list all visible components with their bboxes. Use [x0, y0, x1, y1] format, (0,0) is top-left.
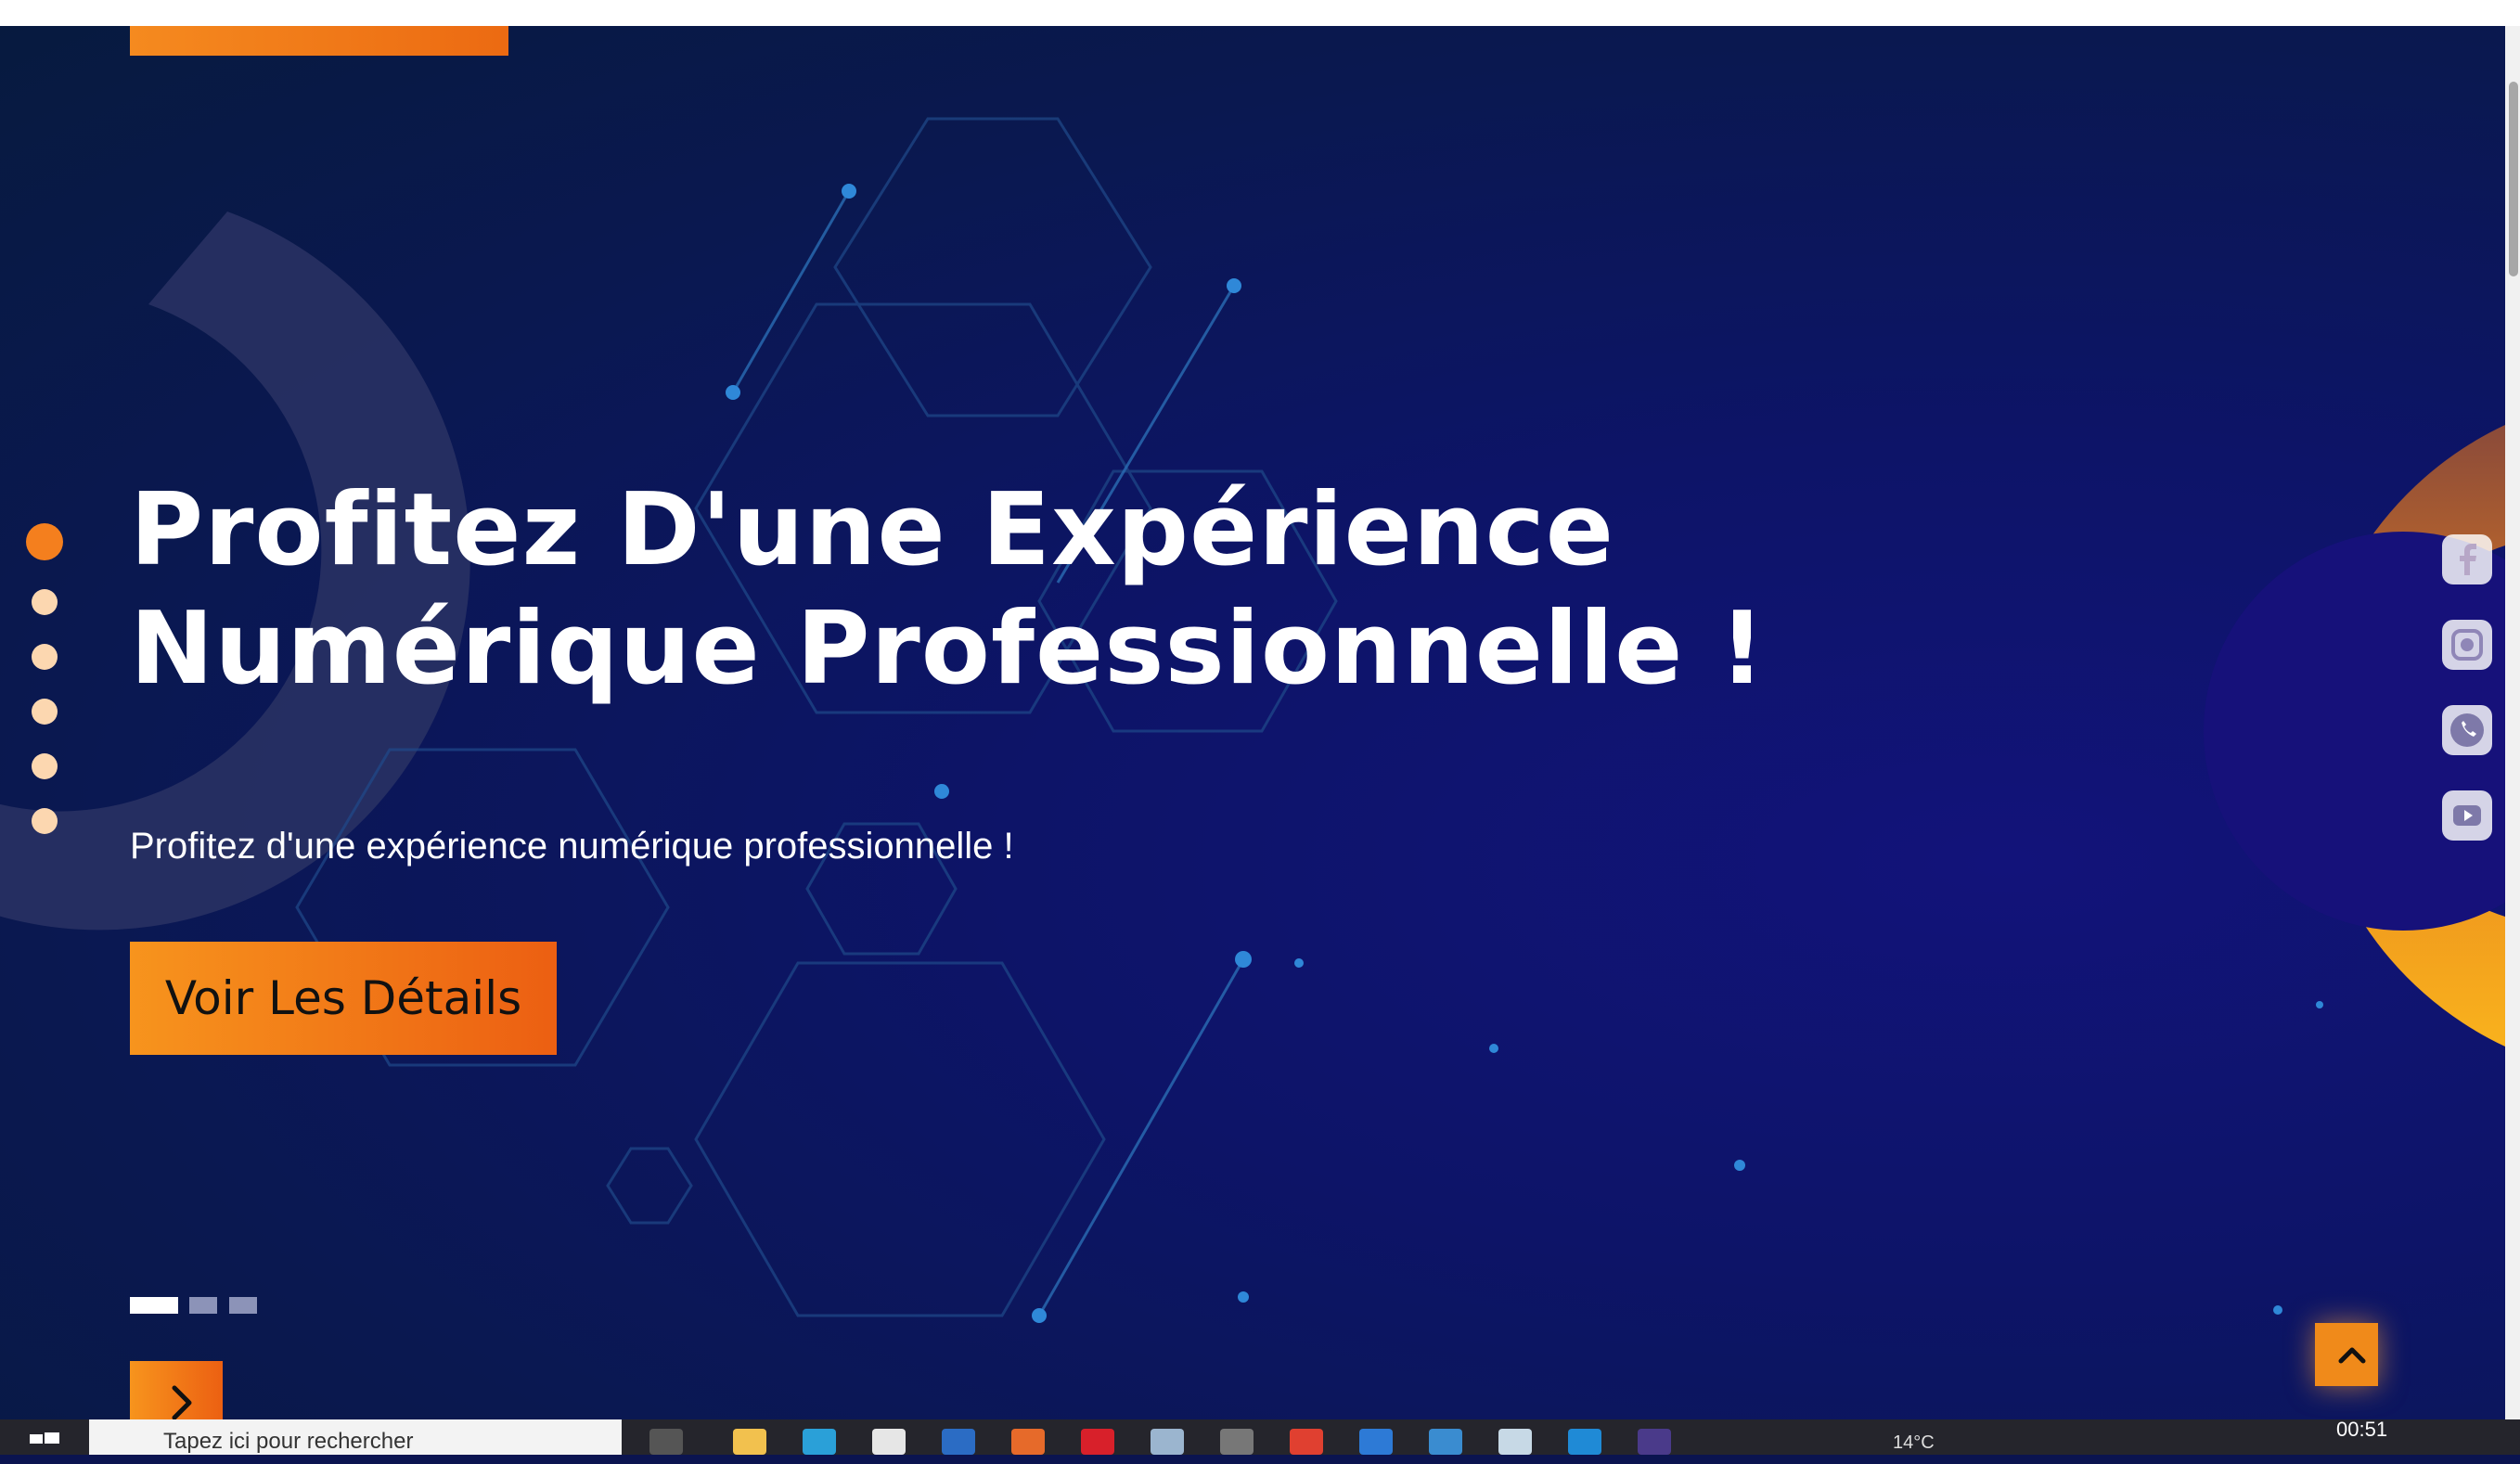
windows-start-icon[interactable]: [28, 1429, 61, 1455]
slide-progress-segment[interactable]: [189, 1297, 218, 1314]
hero-title: Profitez D'une Expérience Numérique Prof…: [130, 471, 1800, 709]
scrollbar[interactable]: [2505, 26, 2520, 1419]
chevron-right-icon: [172, 1385, 192, 1419]
store-icon[interactable]: [872, 1429, 906, 1455]
app-icon[interactable]: [1151, 1429, 1184, 1455]
taskbar-clock[interactable]: 00:51: [2336, 1418, 2387, 1442]
hero-section: Profitez D'une Expérience Numérique Prof…: [0, 26, 2505, 1419]
browser-top-strip: [0, 0, 2520, 26]
vscode-icon[interactable]: [1568, 1429, 1601, 1455]
chevron-up-icon: [2338, 1347, 2366, 1364]
background-decoration: [0, 117, 2505, 1323]
instagram-icon[interactable]: [2442, 620, 2492, 670]
hero-title-line-2: Numérique Professionnelle !: [130, 591, 1767, 707]
app-icon[interactable]: [1498, 1429, 1532, 1455]
file-explorer-icon[interactable]: [733, 1429, 766, 1455]
firefox-icon[interactable]: [1011, 1429, 1045, 1455]
next-slide-button[interactable]: [130, 1361, 223, 1419]
slide-pager: [26, 523, 63, 863]
chrome-icon[interactable]: [1290, 1429, 1323, 1455]
taskbar-search-text: Tapez ici pour rechercher: [163, 1429, 414, 1454]
os-taskbar: Tapez ici pour rechercher 14°C 00:51: [0, 1418, 2520, 1455]
weather-temperature[interactable]: 14°C: [1893, 1432, 1935, 1454]
nav-accent-tab: [130, 26, 508, 56]
pager-dot[interactable]: [32, 589, 58, 615]
whatsapp-icon[interactable]: [2442, 705, 2492, 755]
facebook-icon[interactable]: [2442, 534, 2492, 584]
app-icon[interactable]: [1429, 1429, 1462, 1455]
youtube-icon[interactable]: [2442, 790, 2492, 841]
hero-subtitle: Profitez d'une expérience numérique prof…: [130, 826, 1014, 867]
slide-progress: [130, 1297, 264, 1316]
pager-dot[interactable]: [26, 523, 63, 560]
task-view-icon[interactable]: [649, 1429, 683, 1455]
slide-progress-segment[interactable]: [228, 1297, 257, 1314]
pager-dot[interactable]: [32, 753, 58, 779]
pager-dot[interactable]: [32, 699, 58, 725]
app-icon[interactable]: [1359, 1429, 1393, 1455]
opera-icon[interactable]: [1081, 1429, 1114, 1455]
mail-icon[interactable]: [942, 1429, 975, 1455]
edge-icon[interactable]: [803, 1429, 836, 1455]
hero-title-line-1: Profitez D'une Expérience: [130, 472, 1614, 588]
app-icon[interactable]: [1638, 1429, 1671, 1455]
see-details-button[interactable]: Voir Les Détails: [130, 942, 557, 1055]
taskbar-search[interactable]: Tapez ici pour rechercher: [89, 1419, 622, 1455]
scrollbar-thumb[interactable]: [2509, 82, 2518, 276]
pager-dot[interactable]: [32, 644, 58, 670]
settings-icon[interactable]: [1220, 1429, 1254, 1455]
slide-progress-segment[interactable]: [130, 1297, 178, 1314]
pager-dot[interactable]: [32, 808, 58, 834]
back-to-top-button[interactable]: [2315, 1323, 2378, 1386]
social-links: [2442, 534, 2494, 876]
